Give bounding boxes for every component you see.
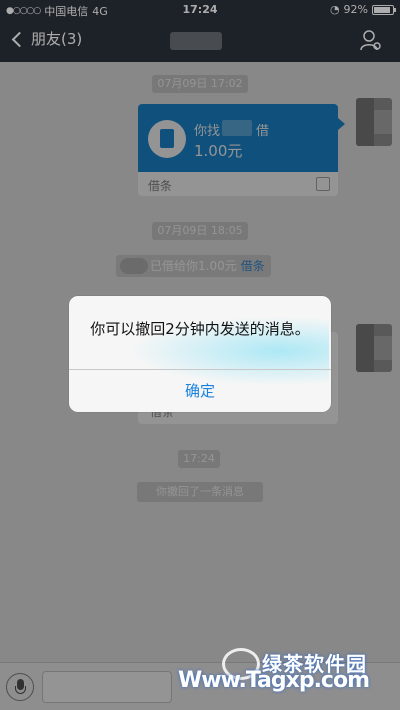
dim-overlay-top xyxy=(0,0,400,62)
alert-dialog: 你可以撤回2分钟内发送的消息。 确定 xyxy=(69,296,331,412)
confirm-button[interactable]: 确定 xyxy=(69,370,331,412)
watermark-line2: Www.Tagxp.com xyxy=(178,668,370,693)
alert-message: 你可以撤回2分钟内发送的消息。 xyxy=(90,320,310,338)
